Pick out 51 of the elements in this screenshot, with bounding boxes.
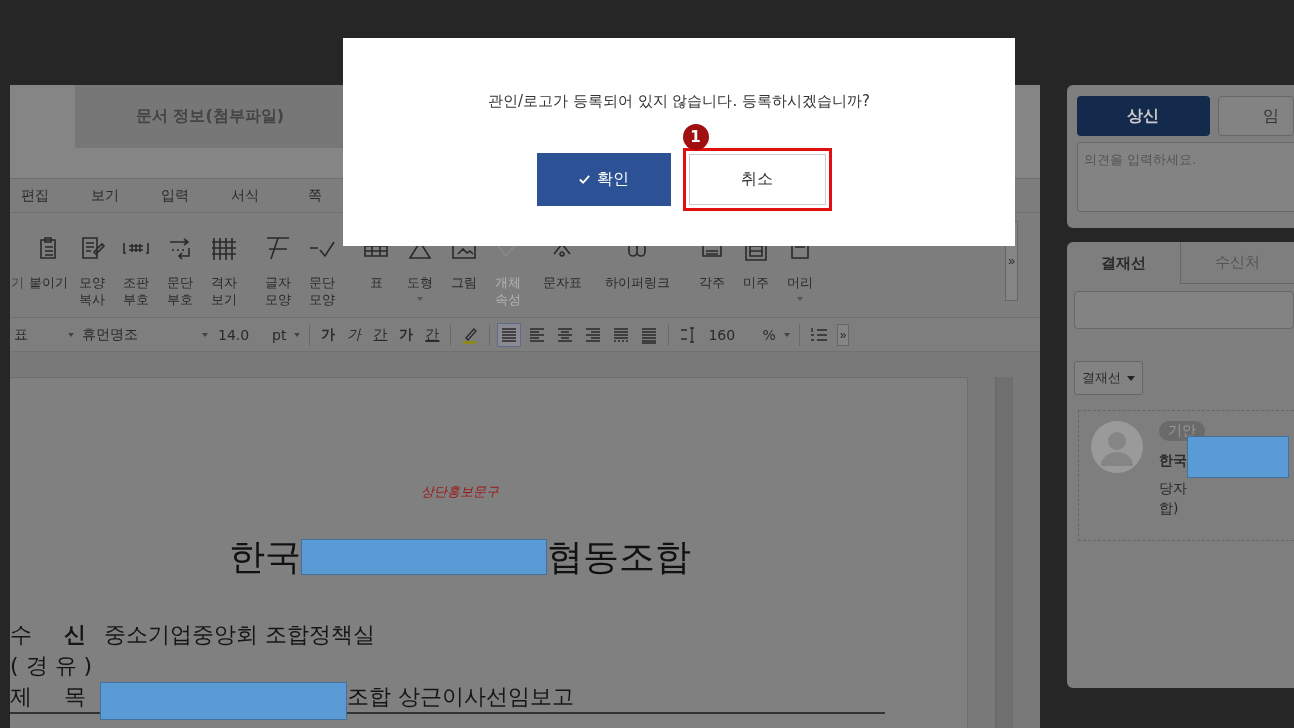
style-select[interactable]: 표 [10, 325, 78, 344]
approval-line-select[interactable]: 결재선 [1074, 361, 1143, 395]
temp-button[interactable]: 임 [1217, 96, 1294, 136]
ribbon-button[interactable]: 모양 복사 [70, 234, 114, 308]
approver-department: 합) [1159, 499, 1179, 518]
ribbon-button[interactable]: 각주 [690, 234, 734, 291]
font-select[interactable]: 휴먼명조 [78, 325, 212, 344]
step-marker: 1 [682, 124, 709, 150]
ribbon-button[interactable]: 문자표 [540, 234, 584, 291]
field-label: 수 [10, 620, 33, 649]
font-size-field[interactable]: 14.0 [212, 326, 268, 343]
submit-button[interactable]: 상신 [1077, 96, 1210, 136]
menu-item[interactable]: 입력 [140, 186, 210, 205]
panel-tab[interactable]: 결재선 [1067, 242, 1180, 284]
document-title: 협동조합 [547, 534, 691, 579]
confirm-button[interactable]: 확인 [536, 153, 671, 206]
spacing-unit-select[interactable]: % [758, 326, 794, 343]
ribbon-button[interactable]: 그림 [442, 234, 486, 291]
document-title: 한국 [229, 534, 301, 579]
ribbon-button[interactable]: 문단 모양 [300, 234, 344, 308]
approver-name: 한국 [1159, 452, 1187, 470]
text-style-button[interactable]: 가 [341, 325, 368, 344]
ribbon-button[interactable]: 기 [10, 234, 26, 291]
dialog-message: 관인/로고가 등록되어 있지 않습니다. 등록하시겠습니까? [488, 92, 870, 111]
unit-select[interactable]: pt [268, 326, 305, 343]
menu-item[interactable]: 서식 [210, 186, 280, 205]
field-label: 제 [10, 682, 33, 711]
ribbon-button[interactable]: 글자 모양 [256, 234, 300, 308]
ribbon-button[interactable]: 표 [354, 234, 398, 291]
ribbon-button[interactable]: 미주 [734, 234, 778, 291]
ribbon-button[interactable]: 붙이기 [26, 234, 70, 291]
field-label: 목 [64, 682, 87, 711]
field-value: 중소기업중앙회 조합정책실 [104, 620, 375, 649]
field-label: ( 경 유 ) [10, 651, 93, 680]
text-style-button[interactable]: 가 [315, 325, 342, 344]
line-spacing-field[interactable]: 160 [702, 326, 759, 343]
ribbon-button[interactable]: 하이퍼링크 [594, 234, 680, 291]
text-style-button[interactable]: 간 [419, 325, 446, 344]
menu-item[interactable]: 편집 [10, 186, 70, 205]
header-phrase: 상단홍보문구 [420, 483, 500, 501]
more-button[interactable]: » [836, 323, 850, 346]
approver-department: 당자 [1159, 479, 1187, 498]
ribbon-button[interactable]: 격자 보기 [202, 234, 246, 308]
cancel-button[interactable]: 취소 [688, 154, 826, 205]
ribbon-button[interactable]: 조판 부호 [114, 234, 158, 308]
ribbon-button[interactable]: 문단 부호 [158, 234, 202, 308]
menu-item[interactable]: 보기 [70, 186, 140, 205]
text-style-button[interactable]: 가 [393, 325, 420, 344]
field-value: 조합 상근이사선임보고 [347, 682, 574, 711]
field-label: 신 [64, 620, 87, 649]
text-style-button[interactable]: 간 [367, 325, 394, 344]
